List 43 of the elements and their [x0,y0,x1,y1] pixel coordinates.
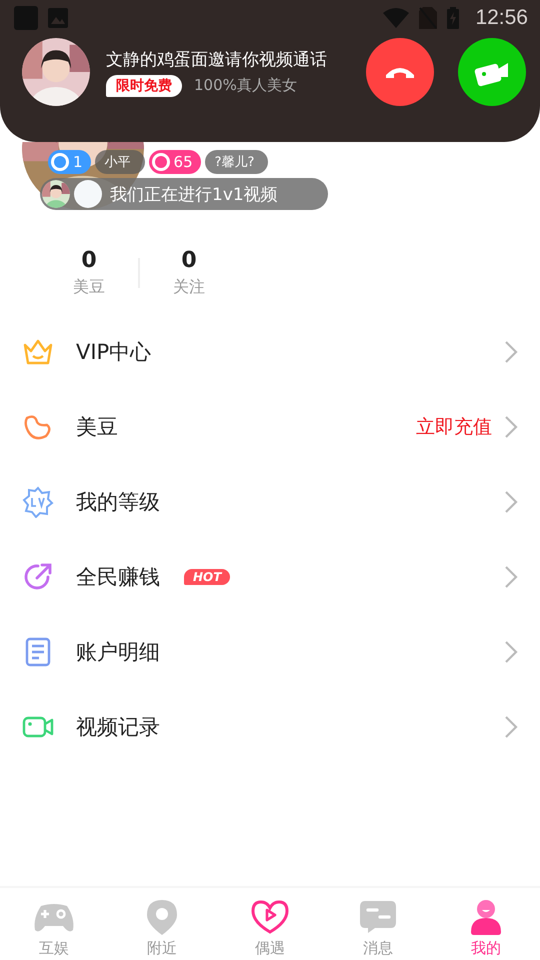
menu-item[interactable]: 视频记录 [0,689,540,764]
heart-play-icon [249,898,291,936]
chevron-right-icon [504,564,518,588]
menu-label: 全民赚钱 [76,564,160,590]
level-badge-icon [22,486,54,518]
call-subtitle: 100%真人美女 [194,76,297,95]
chevron-right-icon [504,340,518,364]
share-arrow-icon [22,560,54,592]
menu-label: 视频记录 [76,714,160,740]
stat-label: 关注 [173,277,205,298]
name-tag: ?馨儿? [204,150,268,174]
menu-item[interactable]: 我的等级 [0,464,540,539]
menu-item[interactable]: 账户明细 [0,614,540,689]
battery-icon [447,7,460,29]
stat-value: 0 [81,248,97,273]
menu-item[interactable]: 美豆 立即充值 [0,389,540,464]
level-icon [152,153,170,171]
chat-bubble-icon [357,898,399,936]
app-icon [14,6,38,30]
chevron-right-icon [504,714,518,738]
chevron-right-icon [504,414,518,438]
menu-label: VIP中心 [76,338,152,366]
chevron-right-icon [504,640,518,664]
recharge-link[interactable]: 立即充值 [416,414,492,440]
no-sim-icon [419,7,438,29]
phone-hangup-icon [385,65,415,79]
free-badge: 限时免费 [106,74,182,96]
menu-label: 美豆 [76,414,118,440]
hot-tag: HOT [184,568,230,584]
menu-item[interactable]: VIP中心 [0,314,540,389]
call-title: 文静的鸡蛋面邀请你视频通话 [106,48,328,70]
level-badge: 65 [148,150,201,174]
call-notification[interactable]: 12:56 文静的鸡蛋面邀请你视频通话 限时免费 100%真人美女 [0,0,540,142]
wifi-icon [383,8,410,28]
menu-label: 账户明细 [76,638,160,666]
stat-value: 0 [181,248,197,273]
image-icon [48,8,68,28]
menu-label: 我的等级 [76,488,160,516]
status-time: 12:56 [475,6,528,30]
status-message: 我们正在进行1v1视频 [110,184,278,206]
chevron-right-icon [504,490,518,514]
menu-item[interactable]: 全民赚钱 HOT [0,539,540,614]
stat-label: 美豆 [73,277,105,298]
